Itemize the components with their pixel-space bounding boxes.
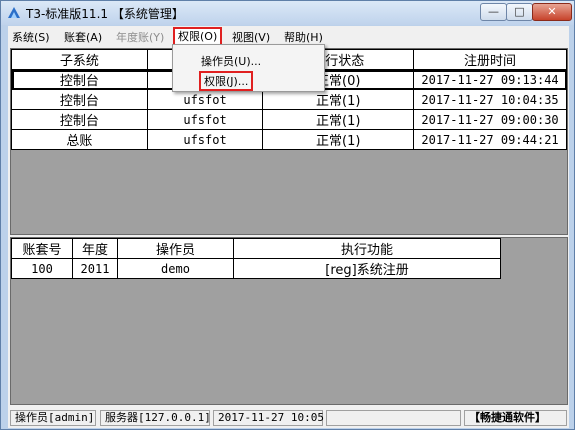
table-row[interactable]: 控制台 ufsfot 正常(1) 2017-11-27 09:00:30 [11, 109, 567, 130]
status-server: 服务器[127.0.0.1] [100, 410, 211, 426]
menu-account-set[interactable]: 账套(A) [64, 29, 102, 45]
table-cell: [reg]系统注册 [233, 258, 501, 279]
minimize-button[interactable]: — [480, 3, 507, 21]
column-header[interactable]: 注册时间 [413, 49, 567, 70]
status-operator: 操作员[admin] [10, 410, 96, 426]
status-bar: 操作员[admin] 服务器[127.0.0.1] 2017-11-27 10:… [8, 408, 569, 428]
menu-system[interactable]: 系统(S) [12, 29, 50, 45]
app-logo-icon [8, 7, 20, 18]
title-bar[interactable]: T3-标准版11.1 【系统管理】 — □ ✕ [1, 1, 574, 25]
table-cell: 控制台 [11, 109, 148, 130]
table-cell: 控制台 [11, 89, 148, 110]
table-cell: 正常(1) [262, 89, 415, 110]
window-title: T3-标准版11.1 【系统管理】 [26, 7, 184, 21]
close-button[interactable]: ✕ [532, 3, 572, 21]
table-row[interactable]: 总账 ufsfot 正常(1) 2017-11-27 09:44:21 [11, 129, 567, 150]
tasks-table: 账套号 年度 操作员 执行功能 100 2011 demo [reg]系统注册 [11, 238, 501, 279]
menu-fiscal-year[interactable]: 年度账(Y) [116, 29, 164, 45]
table-row[interactable]: 控制台 ufsfot 正常(1) 2017-11-27 10:04:35 [11, 89, 567, 110]
table-cell: 2017-11-27 09:13:44 [413, 69, 567, 90]
maximize-icon: □ [514, 5, 525, 18]
column-header[interactable]: 年度 [72, 238, 118, 259]
table-header-row: 账套号 年度 操作员 执行功能 [11, 238, 501, 259]
table-row[interactable]: 100 2011 demo [reg]系统注册 [11, 258, 501, 279]
menu-help[interactable]: 帮助(H) [284, 29, 323, 45]
status-brand: 【畅捷通软件】 [464, 410, 567, 426]
column-header[interactable]: 操作员 [117, 238, 234, 259]
table-cell: ufsfot [146, 129, 264, 150]
close-icon: ✕ [547, 5, 557, 18]
maximize-button[interactable]: □ [506, 3, 533, 21]
table-cell: 2017-11-27 09:44:21 [413, 129, 567, 150]
permissions-dropdown: 操作员(U)... 权限(J)... [172, 44, 325, 92]
menu-bar: 系统(S) 账套(A) 年度账(Y) 权限(O) 视图(V) 帮助(H) [8, 26, 569, 46]
dropdown-item-permissions[interactable]: 权限(J)... [199, 71, 254, 91]
status-blank [326, 410, 461, 426]
column-header[interactable]: 子系统 [11, 49, 148, 70]
table-cell: 2011 [72, 258, 118, 279]
table-cell: 2017-11-27 09:00:30 [413, 109, 567, 130]
tasks-panel: 账套号 年度 操作员 执行功能 100 2011 demo [reg]系统注册 [10, 237, 568, 405]
table-cell: 100 [11, 258, 73, 279]
minimize-icon: — [488, 5, 499, 18]
table-cell: 2017-11-27 10:04:35 [413, 89, 567, 110]
table-cell: demo [117, 258, 234, 279]
app-window: T3-标准版11.1 【系统管理】 — □ ✕ 系统(S) 账套(A) 年度账(… [0, 0, 575, 430]
column-header[interactable]: 执行功能 [233, 238, 501, 259]
table-cell: 总账 [11, 129, 148, 150]
table-cell: ufsfot [146, 109, 264, 130]
dropdown-item-operators[interactable]: 操作员(U)... [201, 53, 261, 69]
table-cell: ufsfot [146, 89, 264, 110]
table-cell: 正常(1) [262, 129, 415, 150]
status-datetime: 2017-11-27 10:05 [213, 410, 324, 426]
table-cell: 控制台 [11, 69, 148, 90]
menu-view[interactable]: 视图(V) [232, 29, 270, 45]
table-cell: 正常(1) [262, 109, 415, 130]
column-header[interactable]: 账套号 [11, 238, 73, 259]
